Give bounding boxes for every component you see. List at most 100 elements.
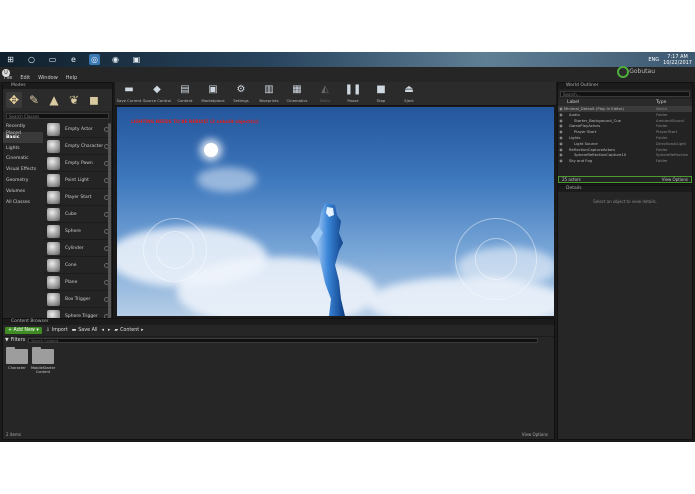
paint-mode-icon[interactable]: ✎ [26, 92, 42, 108]
edge-icon[interactable]: e [68, 54, 79, 65]
project-name: Gobutau [629, 68, 655, 75]
details-title: Details [558, 186, 692, 192]
outliner-row[interactable]: ◉ Sky and Fog Folder [558, 158, 692, 164]
toolbar-marketplace-button[interactable]: ▣ Marketplace [199, 82, 227, 106]
category-item[interactable]: Geometry [3, 175, 43, 186]
place-item[interactable]: Cylinder [44, 240, 112, 257]
content-icon: ▤ [180, 84, 190, 95]
clock-date: 10/22/2017 [663, 59, 692, 66]
actor-thumbnail [47, 241, 60, 255]
category-item[interactable]: Basic [3, 131, 43, 143]
marketplace-icon: ▣ [208, 84, 218, 95]
place-item-label: Empty Pawn [65, 160, 93, 166]
content-search-input[interactable]: Search Content [28, 337, 539, 343]
level-toolbar: ▬ Save Current ◆ Source Control ▤ Content ▣ Mar… [115, 82, 556, 106]
actor-thumbnail [47, 122, 60, 136]
folder-label: Character [8, 366, 26, 370]
content-item-count: 2 items [6, 432, 21, 437]
foliage-mode-icon[interactable]: ❦ [66, 92, 82, 108]
chrome-icon[interactable]: ◉ [110, 54, 121, 65]
place-item[interactable]: Empty Character [44, 138, 112, 155]
toolbar-pause-button[interactable]: ❚❚ Pause [339, 82, 367, 106]
folder-mobile-starter-content[interactable]: MobileStarter Content [31, 347, 55, 374]
geometry-mode-icon[interactable]: ◼ [86, 92, 102, 108]
clock-time: 7:17 AM [667, 53, 688, 60]
toolbar-label: Cinematics [286, 98, 308, 103]
add-new-label: Add New [13, 328, 35, 333]
path-label: Content [120, 328, 140, 333]
place-item[interactable]: Player Start [44, 189, 112, 206]
place-mode-icon[interactable]: ✥ [6, 92, 22, 108]
windows-icon[interactable]: ⊞ [5, 54, 16, 65]
content-path[interactable]: ▰ Content ▸ [114, 328, 143, 333]
menu-window[interactable]: Window [34, 75, 62, 82]
category-item[interactable]: Recently Placed [3, 121, 43, 136]
toolbar-label: Stop [376, 98, 386, 103]
outliner-search-input[interactable]: Search... [560, 91, 690, 97]
toolbar-build-button[interactable]: ◭ Build [311, 82, 339, 106]
toolbar-save-current-button[interactable]: ▬ Save Current [115, 82, 143, 106]
actor-thumbnail [47, 258, 60, 272]
toolbar-cinematics-button[interactable]: ▦ Cinematics [283, 82, 311, 106]
level-viewport[interactable]: LIGHTING NEEDS TO BE REBUILT (2 unbuilt … [117, 107, 554, 316]
toolbar-eject-button[interactable]: ⏏ Eject [395, 82, 423, 106]
sun [204, 143, 218, 157]
add-new-button[interactable]: + Add New ▾ [5, 327, 42, 334]
modes-search-input[interactable]: Search Classes [6, 113, 109, 119]
place-item-label: Empty Character [65, 143, 104, 149]
menu-help[interactable]: Help [62, 75, 81, 82]
place-item-label: Empty Actor [65, 126, 93, 132]
filters-button[interactable]: ▼ Filters [5, 338, 25, 343]
category-item[interactable]: Volumes [3, 186, 43, 197]
menu-bar: File Edit Window Help [0, 67, 695, 82]
place-item[interactable]: Cube [44, 206, 112, 223]
menu-edit[interactable]: Edit [16, 75, 34, 82]
clock[interactable]: 7:17 AM 10/22/2017 [663, 54, 692, 66]
nav-back-icon[interactable]: ◂ [102, 328, 104, 333]
app-icon[interactable]: ▣ [131, 54, 142, 65]
left-joystick-thumb [156, 231, 194, 269]
toolbar-content-button[interactable]: ▤ Content [171, 82, 199, 106]
place-item[interactable]: Sphere [44, 223, 112, 240]
place-item[interactable]: Point Light [44, 172, 112, 189]
save-all-label: Save All [78, 328, 98, 333]
toolbar-source-control-button[interactable]: ◆ Source Control [143, 82, 171, 106]
folder-character[interactable]: Character [5, 347, 29, 370]
outliner-header: Label Type [558, 99, 692, 106]
place-item[interactable]: Empty Pawn [44, 155, 112, 172]
col-label[interactable]: Label [567, 99, 656, 106]
place-item[interactable]: Empty Actor [44, 121, 112, 138]
outliner-view-options[interactable]: View Options [662, 177, 688, 183]
toolbar-stop-button[interactable]: ■ Stop [367, 82, 395, 106]
import-button[interactable]: ⇩ Import [46, 328, 68, 333]
place-item-label: Cylinder [65, 245, 84, 251]
place-item[interactable]: Box Trigger [44, 291, 112, 308]
right-joystick-thumb [475, 238, 517, 280]
place-item[interactable]: Cone [44, 257, 112, 274]
modes-scrollbar[interactable] [108, 123, 111, 323]
save-all-button[interactable]: ▬ Save All [72, 328, 98, 333]
place-item-label: Box Trigger [65, 296, 91, 302]
toolbar-label: Pause [347, 98, 359, 103]
toolbar-label: Blueprints [259, 98, 279, 103]
outliner-footer: 25 actors View Options [558, 176, 692, 183]
col-type[interactable]: Type [656, 99, 692, 106]
place-item-label: Cube [65, 211, 77, 217]
actor-thumbnail [47, 292, 60, 306]
category-item[interactable]: Lights [3, 143, 43, 154]
details-empty-message: Select an object to view details. [593, 199, 657, 204]
toolbar-settings-button[interactable]: ⚙ Settings [227, 82, 255, 106]
toolbar-label: Source Control [143, 98, 171, 103]
search-icon[interactable]: ○ [26, 54, 37, 65]
place-item[interactable]: Plane [44, 274, 112, 291]
toolbar-blueprints-button[interactable]: ▥ Blueprints [255, 82, 283, 106]
category-item[interactable]: All Classes [3, 197, 43, 208]
task-view-icon[interactable]: ▭ [47, 54, 58, 65]
unreal-icon[interactable]: ◎ [89, 54, 100, 65]
category-item[interactable]: Visual Effects [3, 164, 43, 175]
nav-forward-icon[interactable]: ▸ [108, 328, 110, 333]
category-item[interactable]: Cinematic [3, 153, 43, 164]
landscape-mode-icon[interactable]: ▲ [46, 92, 62, 108]
world-outliner-title: World Outliner [558, 83, 692, 89]
content-view-options[interactable]: View Options [522, 432, 548, 437]
